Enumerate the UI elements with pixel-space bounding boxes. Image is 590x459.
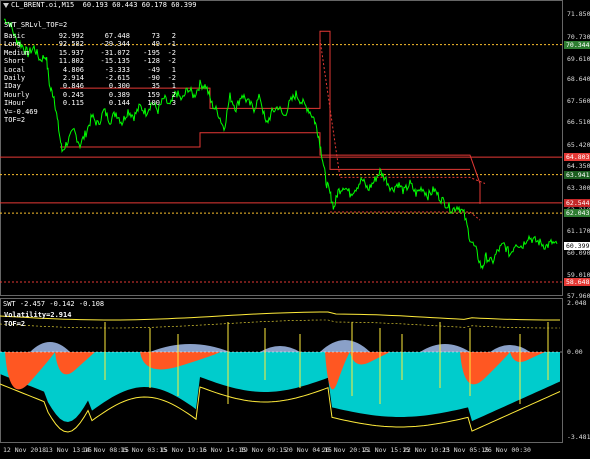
price-tick: 71.850 (567, 10, 590, 18)
stats-row: Basic 92.992 67.448 73 2 (4, 32, 176, 40)
stats-cell: -128 (143, 57, 160, 66)
stats-row: Short 11.802 -15.135 -128 -2 (4, 57, 176, 65)
price-tick: 69.610 (567, 55, 590, 64)
sub-tick: -3.481 (567, 433, 590, 441)
time-tick: 16 Nov 14:15 (199, 446, 246, 454)
stats-cell: 159 (147, 90, 160, 99)
stats-cell: -31.072 (100, 48, 130, 57)
stats-cell: Short (4, 57, 26, 66)
stats-cell: Long (4, 40, 21, 49)
stats-cell: 0.115 (62, 99, 84, 108)
price-tick: 65.420 (567, 140, 590, 149)
stats-cell: IHour (4, 99, 26, 108)
stats-cell: 67.448 (104, 32, 130, 40)
price-tick: 61.170 (567, 226, 590, 235)
stats-cell: 35 (151, 82, 160, 91)
time-tick: 26 Nov 00:30 (484, 446, 531, 454)
time-tick: 23 Nov 05:15 (442, 446, 489, 454)
stats-cell: -2 (167, 57, 176, 66)
stats-cell: 2 (171, 32, 176, 40)
stats-cell: 4.806 (62, 65, 84, 74)
price-tag: 70.344 (564, 40, 590, 49)
sub-tick: 0.00 (567, 348, 583, 356)
price-tick: 64.350 (567, 162, 590, 171)
price-tag: 63.941 (564, 170, 590, 179)
indicator-name: SWT_SRLvl_TOF=2 (4, 21, 68, 29)
price-tick: 63.300 (567, 183, 590, 192)
stats-cell: 2 (171, 90, 176, 99)
stats-cell: Hourly (4, 90, 30, 99)
stats-cell: 0.846 (62, 82, 84, 91)
stats-cell: 0.389 (108, 90, 130, 99)
stats-cell: -2.615 (104, 74, 130, 83)
v-line: V=-0.469 (4, 107, 38, 116)
stats-cell: Local (4, 65, 26, 74)
stats-cell: 92.992 (58, 32, 84, 40)
stats-cell: -2 (167, 74, 176, 83)
stats-cell: 0.300 (108, 82, 130, 91)
stats-cell: -15.135 (100, 57, 130, 66)
stats-cell: 11.802 (58, 57, 84, 66)
time-tick: 19 Nov 09:15 (240, 446, 287, 454)
chart-title: CL_BRENT.oi,M15 60.193 60.443 60.178 60.… (3, 1, 196, 9)
price-tick: 70.730 (567, 32, 590, 41)
price-tag: 62.043 (564, 209, 590, 218)
stats-cell: -29.344 (100, 40, 130, 49)
stats-row: IDay 0.846 0.300 35 1 (4, 82, 176, 90)
stats-row: Daily 2.914 -2.615 -90 -2 (4, 74, 176, 82)
stats-cell: -90 (147, 74, 160, 83)
stats-cell: 3 (171, 99, 176, 108)
price-tick: 67.560 (567, 97, 590, 106)
stats-cell: 73 (151, 32, 160, 40)
sub-tof-label: TOF=2 (4, 320, 26, 328)
volatility-label: Volatility=2.914 (4, 311, 72, 319)
price-tag: 60.399 (564, 242, 590, 251)
stats-cell: IDay (4, 82, 21, 91)
stats-cell: 0.245 (62, 90, 84, 99)
stats-row: Long 92.582 -29.344 49 -1 (4, 40, 176, 48)
stats-cell: Basic (4, 32, 26, 40)
stats-row: Medium 15.937 -31.072 -195 -2 (4, 49, 176, 57)
stats-cell: 49 (151, 40, 160, 49)
time-tick: 12 Nov 2018 (3, 446, 47, 454)
price-tag: 58.648 (564, 278, 590, 287)
indicator-stats: Basic 92.992 67.448 73 2 Long 92.582 -29.344 49-… (4, 32, 176, 124)
stats-cell: 92.582 (58, 40, 84, 49)
stats-cell: 2.914 (62, 74, 84, 83)
stats-cell: 100 (147, 99, 160, 108)
symbol-dropdown-icon[interactable] (3, 2, 9, 8)
stats-row: Hourly 0.245 0.389 159 2 (4, 91, 176, 99)
sub-indicator-title: SWT -2.457 -0.142 -0.108 (3, 300, 105, 308)
stats-cell: 1 (171, 82, 176, 91)
stats-cell: Medium (4, 48, 30, 57)
price-tag: 62.544 (564, 198, 590, 207)
sub-tick: 2.048 (567, 299, 587, 307)
price-tick: 68.640 (567, 75, 590, 84)
stats-cell: -1 (167, 40, 176, 49)
stats-cell: Daily (4, 74, 26, 83)
stats-cell: 0.144 (108, 99, 130, 108)
stats-cell: -195 (143, 48, 160, 57)
stats-cell: 15.937 (58, 48, 84, 57)
price-tick: 66.510 (567, 118, 590, 127)
stats-cell: -49 (147, 65, 160, 74)
price-tag: 64.803 (564, 153, 590, 162)
stats-row: IHour 0.115 0.144 100 3 (4, 99, 176, 107)
stats-cell: 1 (171, 65, 176, 74)
stats-row: Local 4.806 -3.333 -49 1 (4, 66, 176, 74)
tof-line: TOF=2 (4, 116, 26, 125)
stats-cell: -2 (167, 48, 176, 57)
time-tick: 20 Nov 20:15 (322, 446, 369, 454)
stats-cell: -3.333 (104, 65, 130, 74)
